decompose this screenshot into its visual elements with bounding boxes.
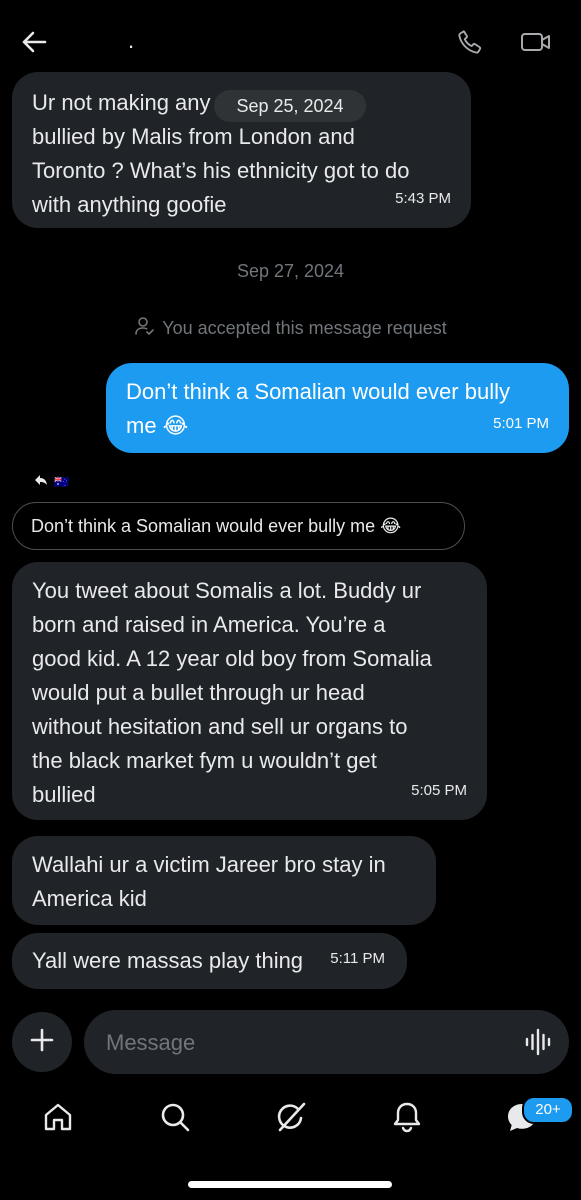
grok-icon[interactable] xyxy=(261,1085,321,1149)
top-bar: . xyxy=(0,0,581,80)
messages-badge: 20+ xyxy=(522,1096,574,1124)
message-composer xyxy=(84,1010,569,1074)
floating-date-chip: Sep 25, 2024 xyxy=(214,90,366,122)
outgoing-message[interactable]: Don’t think a Somalian would ever bully … xyxy=(106,363,569,453)
conversation-title[interactable]: . xyxy=(128,28,134,54)
reply-indicator: 🇦🇺 xyxy=(34,473,69,491)
video-camera-icon[interactable] xyxy=(518,24,554,60)
message-timestamp: 5:01 PM xyxy=(493,415,549,432)
message-text: You tweet about Somalis a lot. Buddy ur … xyxy=(32,578,432,807)
incoming-message[interactable]: Yall were massas play thing 5:11 PM xyxy=(12,933,407,989)
home-icon[interactable] xyxy=(28,1085,88,1149)
incoming-message[interactable]: You tweet about Somalis a lot. Buddy ur … xyxy=(12,562,487,820)
phone-icon[interactable] xyxy=(452,24,488,60)
notifications-bell-icon[interactable] xyxy=(377,1085,437,1149)
add-attachment-button[interactable] xyxy=(12,1012,72,1072)
flag-icon: 🇦🇺 xyxy=(54,475,69,489)
system-notice-text: You accepted this message request xyxy=(162,318,447,338)
message-input[interactable] xyxy=(104,1022,508,1064)
message-text: Wallahi ur a victim Jareer bro stay in A… xyxy=(32,852,386,911)
message-text: Don’t think a Somalian would ever bully … xyxy=(126,379,510,438)
person-icon xyxy=(134,316,155,341)
search-icon[interactable] xyxy=(145,1085,205,1149)
message-timestamp: 5:43 PM xyxy=(395,190,451,207)
date-separator: Sep 27, 2024 xyxy=(236,261,345,281)
back-arrow-icon[interactable] xyxy=(16,24,52,60)
system-notice: You accepted this message request xyxy=(0,316,581,341)
reply-arrow-icon xyxy=(34,473,48,491)
message-timestamp: 5:05 PM xyxy=(411,782,467,799)
home-indicator xyxy=(188,1181,392,1188)
quoted-message[interactable]: Don’t think a Somalian would ever bully … xyxy=(12,502,465,550)
voice-waveform-icon[interactable] xyxy=(524,1028,552,1061)
plus-icon xyxy=(30,1028,54,1057)
message-timestamp: 5:11 PM xyxy=(330,950,385,967)
bottom-navigation xyxy=(0,1085,581,1155)
incoming-message[interactable]: Wallahi ur a victim Jareer bro stay in A… xyxy=(12,836,436,925)
